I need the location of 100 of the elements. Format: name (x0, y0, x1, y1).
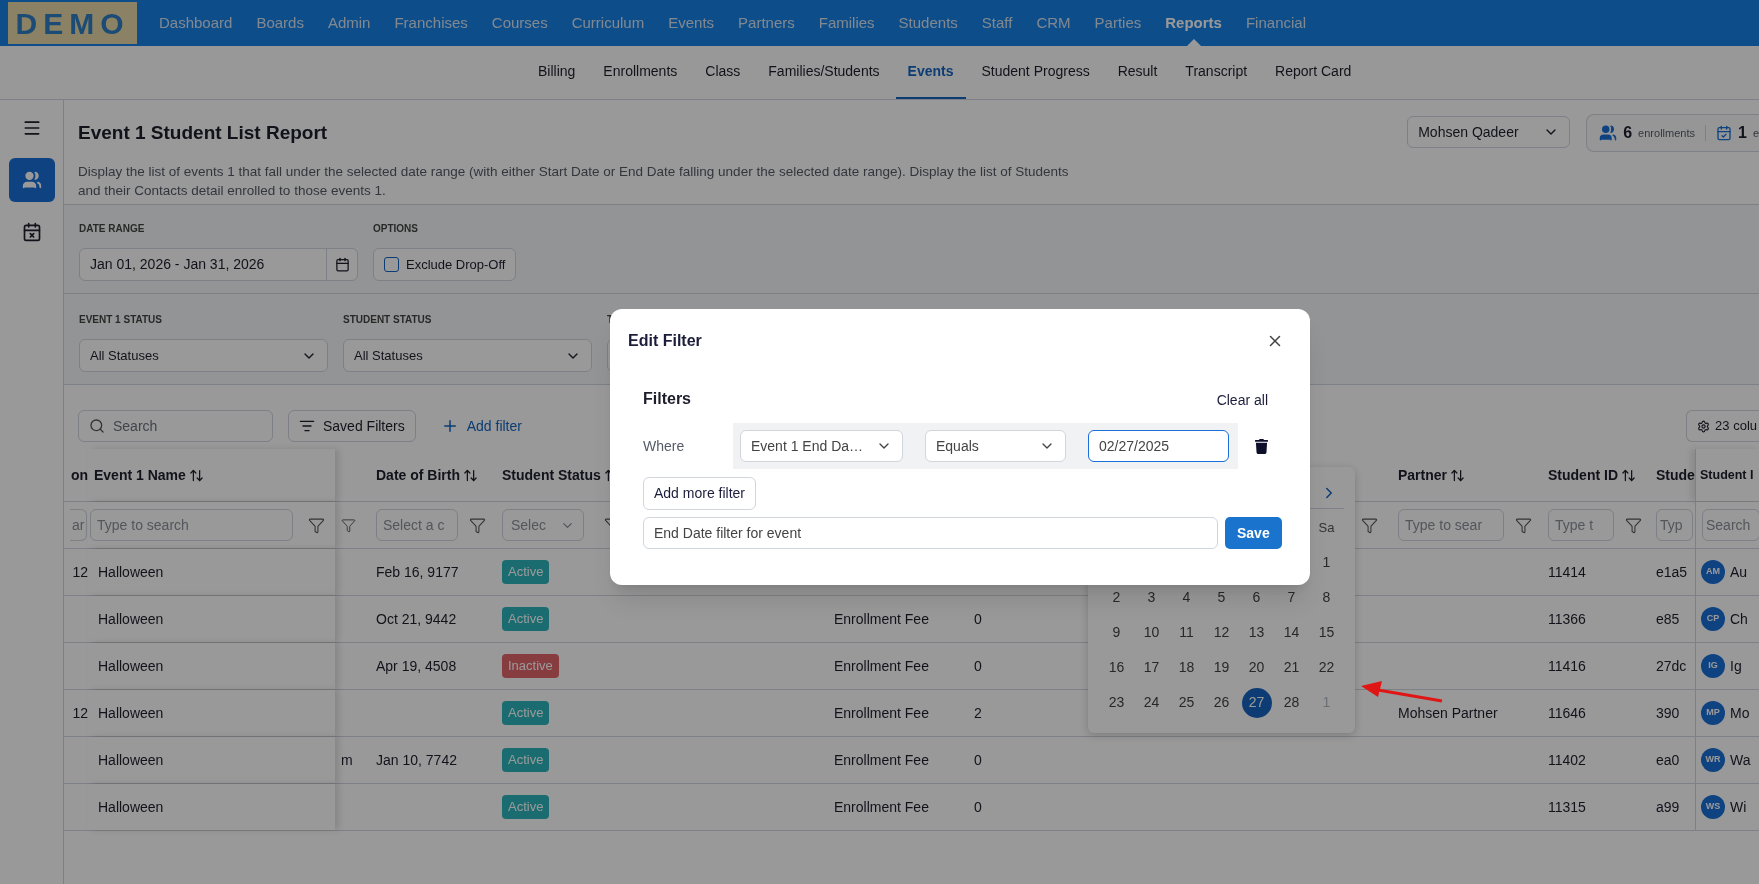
table-cell-text: Enrollment Fee (834, 703, 929, 723)
calendar-day[interactable]: 21 (1276, 652, 1307, 683)
save-button[interactable]: Save (1225, 517, 1282, 549)
search-icon (89, 418, 105, 434)
operator-select[interactable]: Equals (925, 430, 1066, 462)
calendar-day[interactable]: 11 (1171, 617, 1202, 648)
table-cell-text: Halloween (98, 609, 164, 629)
trash-icon[interactable] (1255, 438, 1268, 454)
report-tab[interactable]: Transcript (1173, 46, 1260, 99)
filter-icon[interactable] (1515, 516, 1532, 534)
filter-icon[interactable] (1625, 516, 1642, 534)
student-name: Ig (1730, 656, 1742, 676)
column-header[interactable]: Student Status (496, 464, 601, 486)
add-filter-button[interactable]: Add filter (430, 410, 532, 442)
saved-filters-button[interactable]: Saved Filters (288, 410, 416, 442)
calendar-day[interactable]: 4 (1171, 582, 1202, 613)
column-filter-field[interactable]: Search (1702, 509, 1759, 541)
calendar-day[interactable]: 6 (1241, 582, 1272, 613)
clear-all-button[interactable]: Clear all (1216, 390, 1268, 411)
table-cell-text: 11414 (1548, 562, 1586, 582)
calendar-day[interactable]: 18 (1171, 652, 1202, 683)
dialog-title: Edit Filter (628, 331, 702, 351)
avatar: MP (1701, 701, 1725, 725)
column-filter-field[interactable]: Type to search (90, 509, 293, 541)
calendar-day[interactable]: 22 (1311, 652, 1342, 683)
report-tab[interactable]: Billing (526, 46, 588, 99)
sidebar-item[interactable] (8, 158, 55, 202)
calendar-day[interactable]: 20 (1241, 652, 1272, 683)
filter-icon[interactable] (1361, 516, 1378, 534)
calendar-day[interactable]: 8 (1311, 582, 1342, 613)
filter-name-field[interactable]: End Date filter for event (643, 517, 1218, 549)
table-cell-text: 12 (72, 703, 88, 723)
report-tab[interactable]: Result (1105, 46, 1170, 99)
calendar-day[interactable]: 14 (1276, 617, 1307, 648)
column-filter-field[interactable]: Type t (1548, 509, 1614, 541)
calendar-day[interactable]: 24 (1136, 687, 1167, 718)
filter-icon[interactable] (341, 516, 356, 534)
column-header[interactable]: Student ID (1542, 464, 1618, 486)
table-cell-text: e1a5 (1656, 562, 1688, 582)
calendar-day[interactable]: 16 (1101, 652, 1132, 683)
calendar-day[interactable]: 13 (1241, 617, 1272, 648)
table-cell-text: a99 (1656, 797, 1680, 817)
calendar-day[interactable]: 19 (1206, 652, 1237, 683)
column-header[interactable]: Date of Birth (370, 464, 460, 486)
report-tab[interactable]: Student Progress (969, 46, 1102, 99)
calendar-icon[interactable] (334, 257, 350, 272)
calendar-day[interactable]: 3 (1136, 582, 1167, 613)
table-cell-text: Halloween (98, 750, 164, 770)
calendar-day[interactable]: 15 (1311, 617, 1342, 648)
column-filter-field[interactable]: Typ (1656, 509, 1693, 541)
date-range-field[interactable]: Jan 01, 2026 - Jan 31, 2026 (79, 248, 358, 281)
column-header[interactable]: Partner (1392, 464, 1448, 486)
calendar-day[interactable]: 7 (1276, 582, 1307, 613)
column-header[interactable]: Event 1 Name (88, 464, 186, 486)
column-filter-field[interactable]: Type to sear (1398, 509, 1504, 541)
users-icon (21, 170, 42, 190)
report-tab[interactable]: Families/Students (756, 46, 892, 99)
exclude-drop-off-checkbox[interactable]: Exclude Drop-Off (373, 248, 517, 281)
columns-button[interactable]: 23 colu (1686, 410, 1759, 442)
search-field[interactable]: Search (78, 410, 273, 442)
column-filter-field[interactable]: Select a c (376, 509, 458, 541)
status-select[interactable]: All Statuses (79, 339, 328, 372)
calendar-day[interactable]: 10 (1136, 617, 1167, 648)
report-tab[interactable]: Class (693, 46, 753, 99)
calendar-day[interactable]: 27 (1241, 687, 1272, 718)
weekday-label: Sa (1318, 519, 1335, 538)
report-tab[interactable]: Report Card (1263, 46, 1364, 99)
status-select[interactable]: All Statuses (343, 339, 592, 372)
add-more-filter-button[interactable]: Add more filter (643, 477, 757, 510)
column-header[interactable]: Stude (1652, 464, 1695, 486)
report-tab[interactable]: Enrollments (591, 46, 690, 99)
sort-icon[interactable] (1450, 467, 1466, 483)
calendar-day[interactable]: 28 (1276, 687, 1307, 718)
report-tab[interactable]: Events (895, 46, 966, 99)
calendar-day[interactable]: 2 (1101, 582, 1132, 613)
calendar-day[interactable]: 25 (1171, 687, 1202, 718)
filter-icon[interactable] (308, 516, 325, 534)
calendar-day[interactable]: 23 (1101, 687, 1132, 718)
calendar-day[interactable]: 9 (1101, 617, 1132, 648)
table-cell-text: Halloween (98, 703, 164, 723)
date-value-field[interactable]: 02/27/2025 (1088, 430, 1229, 462)
calendar-day[interactable]: 12 (1206, 617, 1237, 648)
field-select[interactable]: Event 1 End Da… (740, 430, 903, 462)
calendar-day[interactable]: 26 (1206, 687, 1237, 718)
column-filter-select[interactable]: Selec (502, 509, 584, 541)
sort-icon[interactable] (188, 467, 204, 483)
column-filter-field[interactable]: ar (70, 509, 88, 541)
sort-icon[interactable] (463, 467, 478, 483)
calendar-day[interactable]: 5 (1206, 582, 1237, 613)
page-description: Display the list of events 1 that fall under the selected date range (with either Start Date or End Date falling under the selected date range). Display the list of Students and their Contacts detail enrolled to those events 1. (78, 162, 1070, 200)
stat-label: enrollments (1638, 125, 1695, 141)
column-header[interactable]: on (70, 464, 88, 486)
filter-icon[interactable] (469, 516, 486, 534)
calendar-day[interactable]: 1 (1311, 547, 1342, 578)
column-header[interactable]: Student I (1696, 465, 1754, 485)
table-cell-text: Oct 21, 9442 (376, 609, 457, 629)
table-cell-text: 2 (974, 703, 982, 723)
calendar-day[interactable]: 17 (1136, 652, 1167, 683)
user-select[interactable]: Mohsen Qadeer (1407, 116, 1571, 148)
sort-icon[interactable] (1621, 467, 1636, 483)
